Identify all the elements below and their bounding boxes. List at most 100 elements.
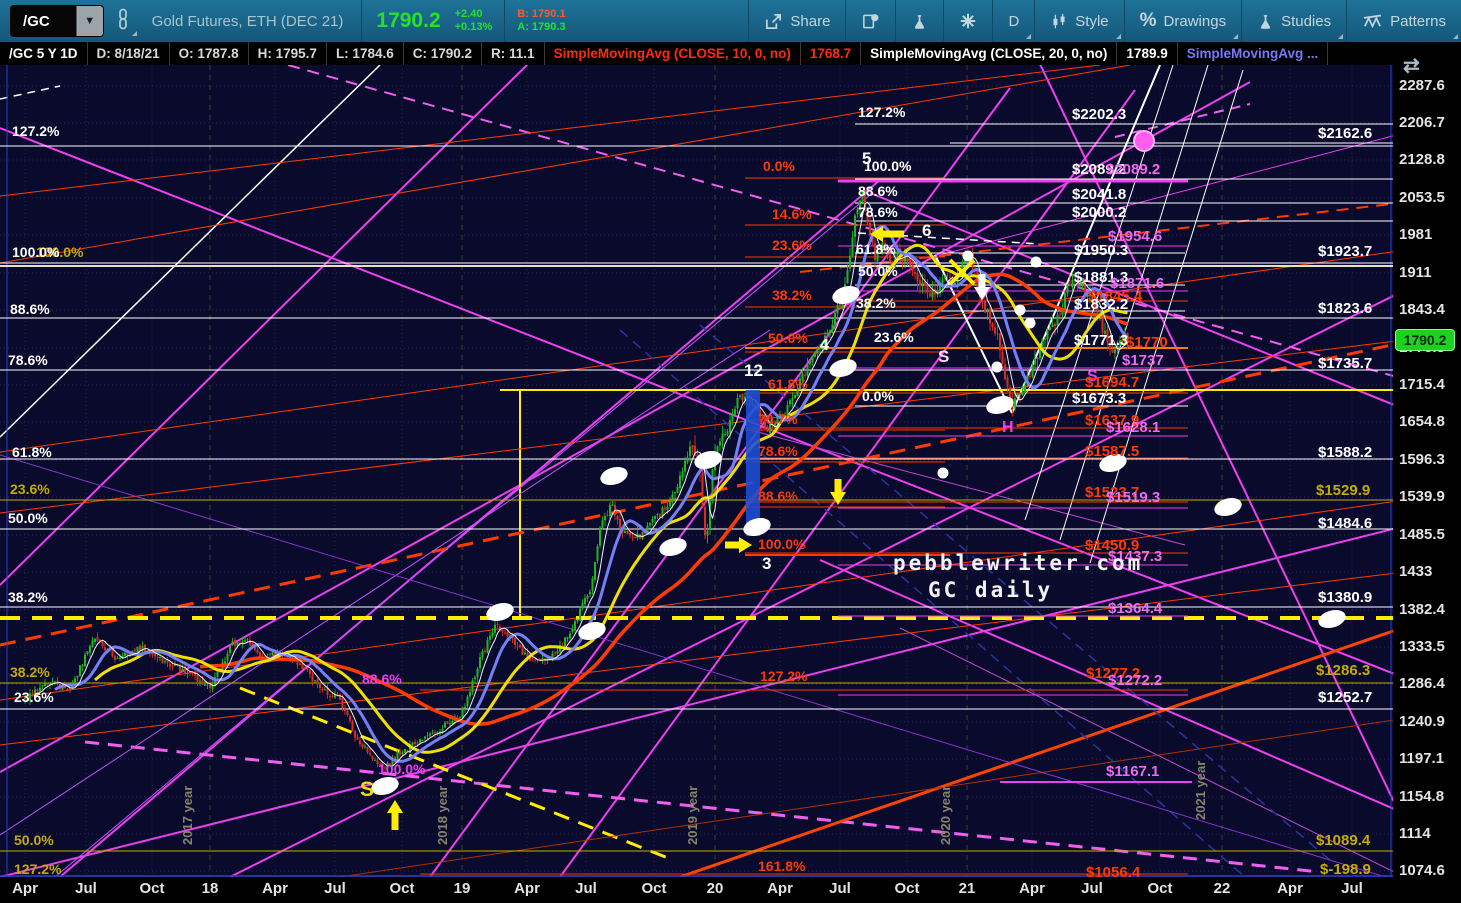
chart-label: $1832.2 [1074,296,1128,313]
price-axis-tick: 1154.8 [1399,788,1445,805]
toolbar-button-drawings[interactable]: % Drawings [1123,0,1241,42]
top-toolbar: /GC ▼ Gold Futures, ETH (DEC 21) 1790.2 … [0,0,1461,43]
candle-body [806,364,809,376]
price-axis[interactable]: ⇄ 1790.2 2287.6 2206.7 2128.8 2053.5 1981 191… [1393,55,1461,879]
chart-label: 38.2% [856,295,896,311]
candle-body [789,400,791,405]
symbol-dropdown-button[interactable]: ▼ [75,6,103,36]
chart-label: $1735.7 [1318,355,1372,372]
candle-body [566,637,569,639]
candle-body [929,293,931,296]
candle-body [589,591,591,595]
candle-body [234,639,236,646]
candle-body [794,395,796,399]
time-axis-tick: Apr [1019,880,1045,897]
candle-body [404,748,406,753]
trade-marker-ellipse [829,358,857,378]
candle-body [474,677,476,680]
candle-body [581,603,584,609]
trade-marker-dot [991,361,1003,373]
candle-body [86,651,89,654]
candle-body [154,654,156,657]
chart-label: 38.2% [10,664,50,680]
toolbar-button-notes[interactable]: i [845,0,895,42]
candle-body [486,639,489,653]
candle-body [81,665,84,667]
chart-label: 23.6% [874,329,914,345]
candle-body [429,733,431,736]
candle-body [364,746,366,748]
candle-body [366,747,369,753]
collapse-axis-icon[interactable]: ⇄ [1403,53,1420,78]
candle-body [416,742,419,744]
chart-label: $1823.6 [1318,300,1372,317]
candle-body [571,628,574,633]
price-axis-tick: 1596.3 [1399,451,1445,468]
price-chart[interactable]: 127.2%100.0%100.0%88.6%78.6%61.8%23.6%50… [0,65,1393,877]
chart-label: 100.0% [12,244,60,260]
arrow-marker-down [830,479,846,505]
toolbar-button-timeframe[interactable]: D [992,0,1034,42]
toolbar-button-quick-study[interactable] [895,0,943,42]
candle-body [739,395,741,397]
symbol-selector[interactable]: /GC ▼ [10,5,104,37]
toolbar-button-group: Share i D Style% Drawings Studies Patterns [748,0,1461,42]
toolbar-button-settings[interactable] [943,0,992,42]
time-axis-tick: Jul [575,880,597,897]
chart-label: $-198.9 [1320,861,1371,877]
candle-body [724,434,726,436]
chart-label: 70.7% [758,411,798,427]
candle-body [434,732,436,734]
chart-label: 88.6% [10,301,50,317]
toolbar-button-style[interactable]: Style [1034,0,1123,42]
toolbar-button-patterns[interactable]: Patterns [1346,0,1461,42]
toolbar-button-share[interactable]: Share [748,0,845,42]
candle-body [601,520,604,529]
candle-body [96,637,99,641]
year-label: 2021 year [1193,761,1208,820]
chart-label: $1089.4 [1316,832,1371,849]
time-axis[interactable]: Apr Jul Oct 18 Apr Jul Oct 19 Apr Jul Oct 20 Apr Jul O… [0,877,1461,903]
candle-body [89,646,91,653]
price-axis-tick: 1485.5 [1399,526,1445,543]
chart-label: 23.6% [10,481,50,497]
chart-label: $1673.3 [1072,390,1126,407]
arrow-part [978,274,986,288]
candle-body [1044,338,1046,340]
trade-marker-dot [1024,317,1036,329]
candle-body [306,668,309,670]
trade-marker-ellipse [1214,497,1242,517]
candle-body [814,352,816,357]
link-channel-button[interactable] [108,4,138,38]
chart-label: $1694.7 [1085,374,1139,391]
candle-body [1004,364,1006,380]
candle-body [421,739,424,741]
candle-body [901,258,904,261]
toolbar-button-label: Studies [1281,12,1332,30]
chart-label: 78.6% [8,352,48,368]
chart-label: 50.0% [858,263,898,279]
time-axis-tick: Apr [12,880,38,897]
candle-body [606,515,609,516]
time-axis-tick: Jul [1341,880,1363,897]
toolbar-button-studies[interactable]: Studies [1241,0,1346,42]
candle-body [411,742,414,745]
trade-marker-dot [1014,304,1026,316]
candle-body [691,445,694,448]
candle-body [496,624,499,625]
time-axis-tick: 20 [706,880,724,897]
chart-label: 78.6% [758,443,798,459]
candle-body [304,667,306,669]
candle-body [586,595,589,599]
chart-plot-area[interactable]: 127.2% 100.0% 100.0% 88.6% 78.6% 61.8% 23.6% 50… [0,65,1393,877]
price-axis-tick: 2206.7 [1399,114,1445,131]
candle-body [369,753,371,755]
candle-body [669,501,671,507]
candle-body [991,323,994,328]
candle-body [206,684,209,686]
price-axis-tick: 1333.5 [1399,638,1445,655]
candle-body [346,710,349,715]
chart-label: S [938,347,949,366]
candle-body [574,621,576,631]
candle-body [616,515,619,520]
